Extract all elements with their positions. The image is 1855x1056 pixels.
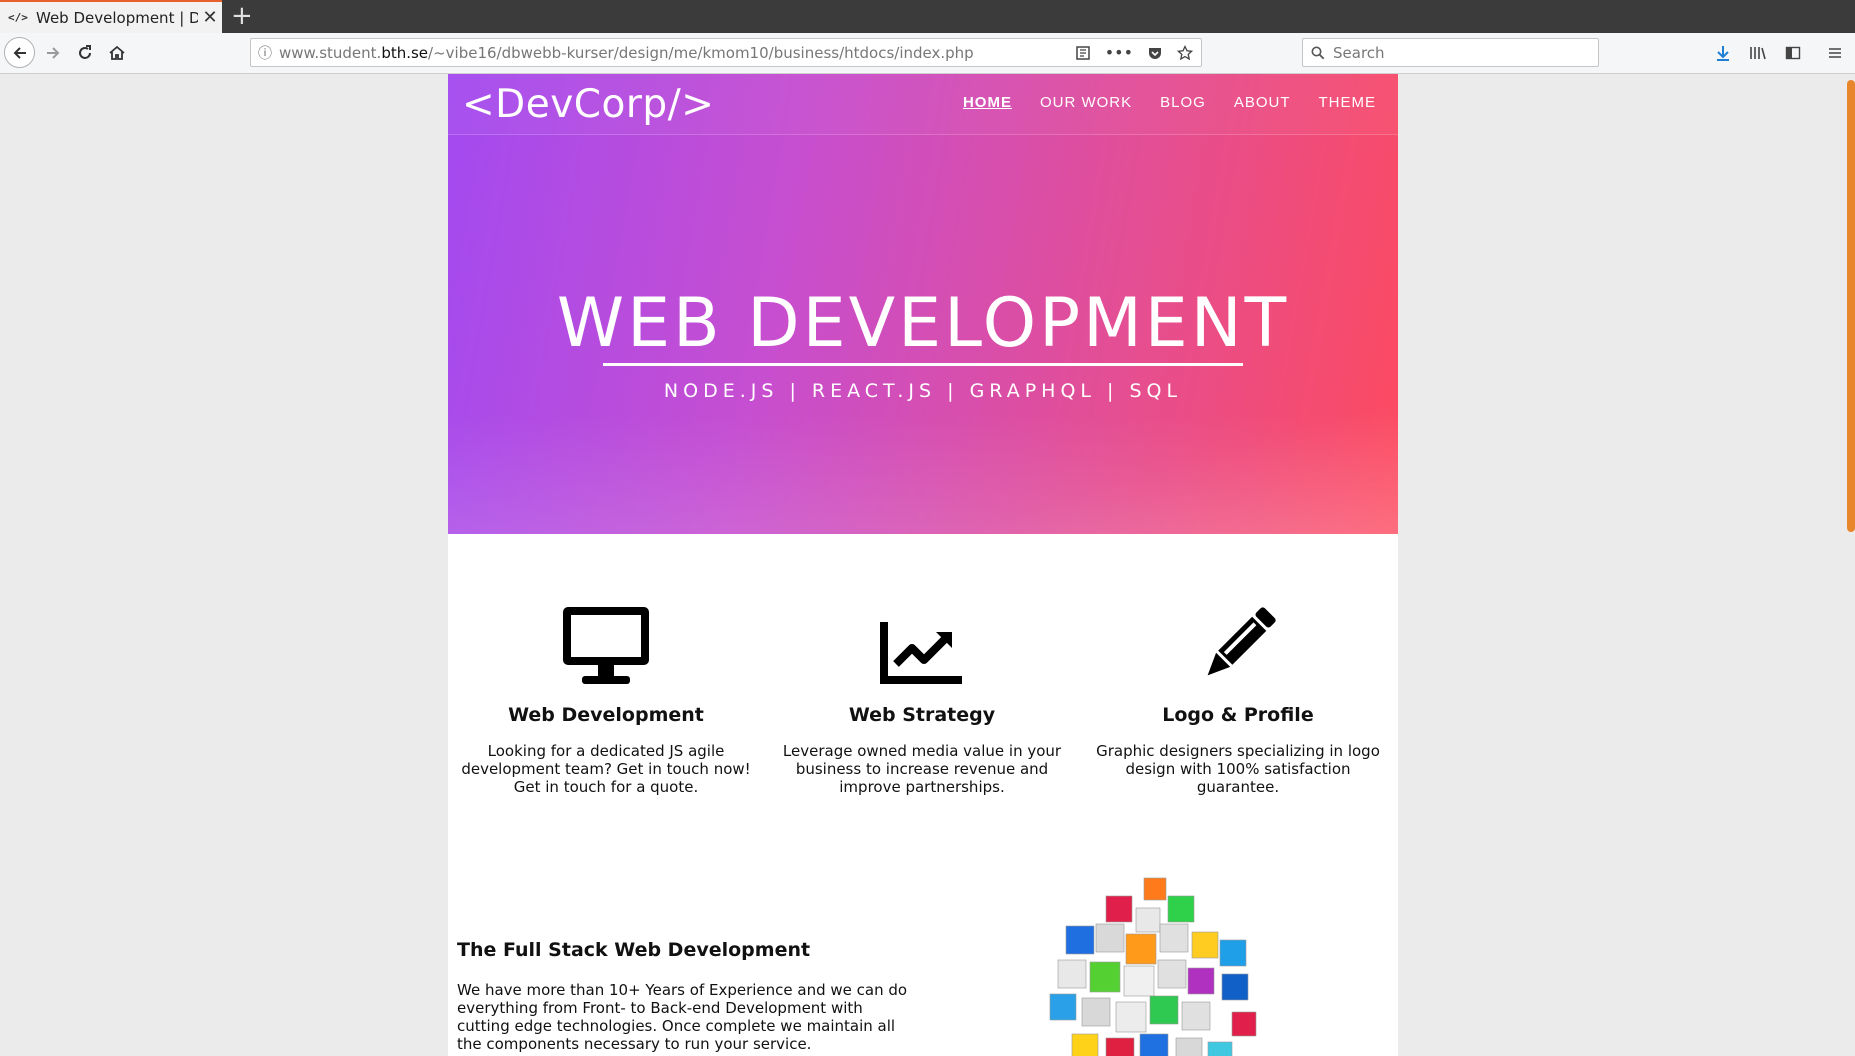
tab-bar: </> Web Development | Dev ✕ + [0,0,1855,33]
tab-title: Web Development | Dev [36,8,198,27]
main-nav: HOME OUR WORK BLOG ABOUT THEME [963,94,1376,111]
pocket-icon[interactable] [1147,45,1163,61]
forward-button[interactable] [40,33,66,73]
site-container: <DevCorp/> HOME OUR WORK BLOG ABOUT THEM… [448,74,1398,1056]
hero-divider [603,363,1243,366]
desktop-monitor-icon [563,607,649,684]
url-text[interactable]: www.student.bth.se/~vibe16/dbwebb-kurser… [279,44,1075,62]
search-placeholder: Search [1333,43,1385,62]
site-header: <DevCorp/> HOME OUR WORK BLOG ABOUT THEM… [448,74,1398,135]
search-input[interactable]: Search [1302,38,1599,67]
new-tab-button[interactable]: + [231,2,253,30]
page-viewport: <DevCorp/> HOME OUR WORK BLOG ABOUT THEM… [0,74,1855,1056]
address-bar[interactable]: ⓘ www.student.bth.se/~vibe16/dbwebb-kurs… [250,38,1202,67]
reload-icon [79,45,91,59]
close-tab-icon[interactable]: ✕ [198,7,222,28]
feature-title: Logo & Profile [1162,704,1314,726]
feature-title: Web Strategy [848,704,996,726]
nav-blog[interactable]: BLOG [1160,94,1206,111]
navigation-toolbar: ⓘ www.student.bth.se/~vibe16/dbwebb-kurs… [0,33,1855,74]
hero-subtitle: NODE.JS | REACT.JS | GRAPHQL | SQL [663,380,1183,402]
line-chart-icon [880,622,962,684]
download-icon[interactable] [1715,44,1731,62]
fullstack-section: The Full Stack Web Development We have m… [457,939,917,1053]
feature-title: Web Development [508,704,704,726]
active-tab[interactable]: </> Web Development | Dev ✕ [0,0,222,33]
hamburger-menu-icon[interactable] [1827,45,1843,61]
features-section: Web Development Looking for a dedicated … [448,604,1398,796]
reload-button[interactable] [72,33,98,73]
feature-logo-profile: Logo & Profile Graphic designers special… [1080,604,1396,796]
site-info-icon[interactable]: ⓘ [251,43,279,63]
scrollbar-thumb[interactable] [1847,80,1855,532]
bookmark-star-icon[interactable] [1177,44,1193,61]
sidebar-icon[interactable] [1785,45,1801,61]
feature-web-development: Web Development Looking for a dedicated … [448,604,764,796]
colorful-cubes-image [1049,877,1257,1056]
nav-our-work[interactable]: OUR WORK [1040,94,1132,111]
back-button[interactable] [4,37,35,68]
feature-text: Leverage owned media value in your busin… [782,742,1062,796]
url-prefix: www.student. [279,43,382,62]
feature-web-strategy: Web Strategy Leverage owned media value … [764,604,1080,796]
url-path: /~vibe16/dbwebb-kurser/design/me/kmom10/… [428,43,974,62]
home-button[interactable] [104,33,130,73]
toolbar-icons [1715,33,1855,73]
hero-title: WEB DEVELOPMENT [556,284,1290,363]
arrow-left-icon [13,46,26,59]
code-favicon-icon: </> [8,11,28,24]
scrollbar-track[interactable] [1843,74,1855,1056]
feature-text: Graphic designers specializing in logo d… [1096,742,1380,796]
page-actions-icon[interactable]: ••• [1105,43,1133,62]
search-icon [1311,46,1325,59]
home-icon [109,45,125,60]
reader-view-icon[interactable] [1075,45,1091,61]
fullstack-title: The Full Stack Web Development [457,939,811,961]
fullstack-text: We have more than 10+ Years of Experienc… [457,981,908,1053]
hero-banner: <DevCorp/> HOME OUR WORK BLOG ABOUT THEM… [448,74,1398,534]
arrow-right-icon [47,47,60,59]
nav-theme[interactable]: THEME [1319,94,1377,111]
nav-home[interactable]: HOME [963,94,1012,111]
feature-text: Looking for a dedicated JS agile develop… [461,742,751,796]
pencil-icon [1207,607,1276,676]
nav-about[interactable]: ABOUT [1234,94,1291,111]
site-logo[interactable]: <DevCorp/> [462,82,714,127]
url-domain: bth.se [381,43,429,62]
library-icon[interactable] [1749,45,1767,61]
